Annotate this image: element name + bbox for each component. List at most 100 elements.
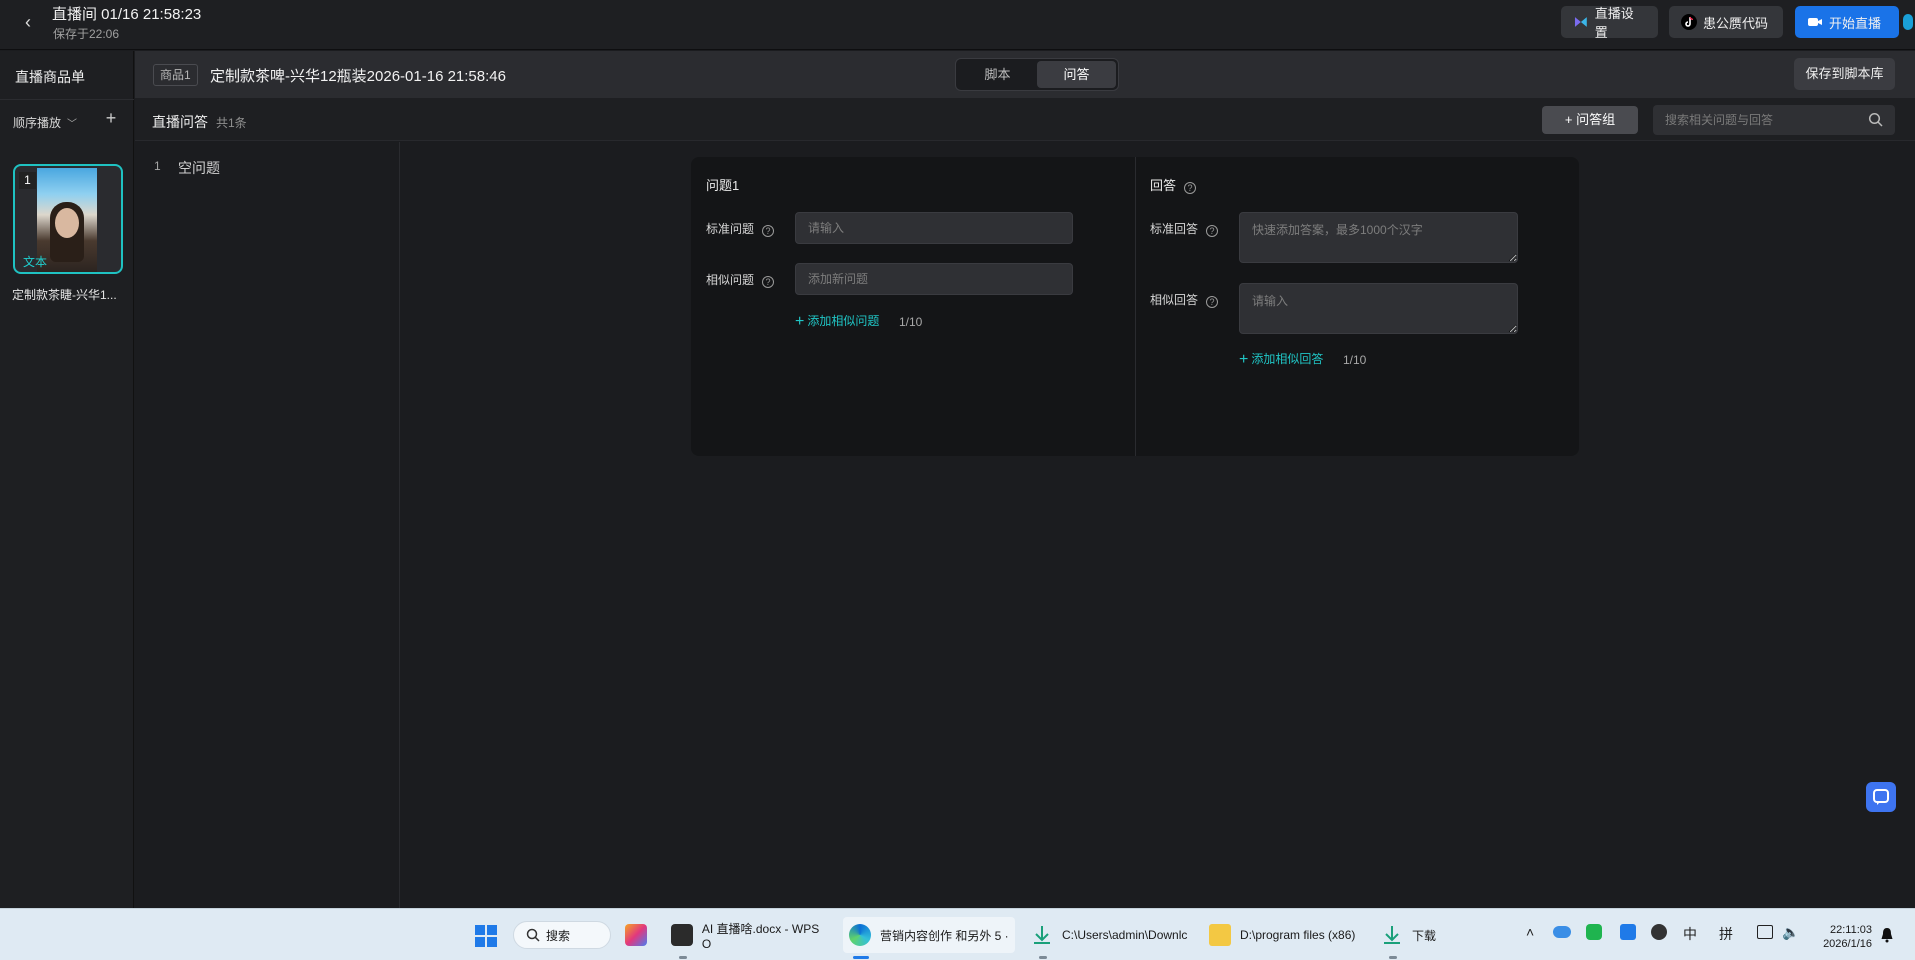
- ime-language[interactable]: 中: [1683, 924, 1697, 944]
- list-item[interactable]: 1 空问题: [135, 154, 399, 180]
- clock-time: 22:11:03: [1829, 924, 1872, 936]
- taskbar-app-explorer[interactable]: D:\program files (x86): [1209, 917, 1364, 953]
- qa-card: 问题1 标准问题? 相似问题? +添加相似问题 1/10 回答? 标准回答? 相…: [691, 157, 1579, 456]
- live-settings-label: 直播设置: [1594, 6, 1634, 40]
- wechat-icon[interactable]: [1586, 924, 1602, 940]
- live-settings-button[interactable]: 直播设置: [1561, 6, 1658, 40]
- standard-answer-label: 标准回答: [1150, 222, 1199, 236]
- download-arrow-icon: [1034, 926, 1050, 944]
- similar-answer-count: 1/10: [1343, 353, 1367, 367]
- plus-icon: +: [795, 313, 805, 330]
- mode-tabs: 脚本 问答: [955, 58, 1119, 91]
- onedrive-icon[interactable]: [1553, 926, 1571, 938]
- product-card[interactable]: 1 文本: [13, 164, 123, 274]
- taskbar-app-label: AI 直播啥.docx - WPS O: [701, 921, 820, 951]
- qq-icon[interactable]: [1651, 924, 1667, 940]
- top-bar: ‹ 直播间 01/16 21:58:23 保存于22:06 直播设置 患公赝代码…: [0, 0, 1915, 50]
- save-to-library-button[interactable]: 保存到脚本库: [1794, 58, 1895, 90]
- similar-question-label-wrap: 相似问题?: [706, 271, 775, 288]
- chat-float-button[interactable]: [1866, 782, 1896, 812]
- settings-bowtie-icon: [1574, 17, 1587, 27]
- divider: [1135, 157, 1136, 456]
- similar-question-label: 相似问题: [706, 273, 755, 287]
- question-title: 问题1: [706, 178, 740, 193]
- chevron-down-icon: ﹀: [67, 119, 78, 130]
- app-tray-icon[interactable]: [1620, 924, 1636, 940]
- download-arrow-icon: [1384, 926, 1400, 944]
- similar-question-count: 1/10: [899, 315, 923, 329]
- taskbar-app-edge[interactable]: 营销内容创作 和另外 5 ·: [843, 917, 1015, 953]
- taskbar-app-download-folder[interactable]: C:\Users\admin\Downlc: [1031, 917, 1191, 953]
- room-title: 直播间 01/16 21:58:23: [52, 6, 202, 23]
- qa-search-input[interactable]: [1653, 105, 1895, 135]
- os-taskbar: 搜索 AI 直播啥.docx - WPS O 营销内容创作 和另外 5 · C:…: [0, 908, 1915, 960]
- search-icon: [526, 928, 540, 942]
- help-icon[interactable]: ?: [762, 276, 775, 288]
- copilot-icon: [625, 924, 647, 946]
- ime-mode[interactable]: 拼: [1719, 924, 1733, 944]
- start-live-button[interactable]: 开始直播: [1795, 6, 1899, 38]
- edge-icon: [849, 924, 871, 946]
- windows-start-icon[interactable]: [475, 925, 497, 947]
- add-similar-answer-link[interactable]: + 添加相似回答: [1239, 350, 1323, 369]
- code-label: 患公赝代码: [1703, 15, 1769, 31]
- product-index: 1: [19, 172, 36, 189]
- product-title: 定制款茶啤-兴华12瓶装2026-01-16 21:58:46: [210, 68, 506, 85]
- start-live-label: 开始直播: [1829, 15, 1882, 31]
- answer-title: 回答: [1150, 178, 1177, 193]
- save-time: 保存于22:06: [53, 27, 120, 41]
- product-name: 定制款茶睫-兴华1...: [12, 288, 117, 302]
- qa-list: 1 空问题: [135, 142, 400, 908]
- qa-count: 共1条: [216, 116, 247, 130]
- taskbar-copilot[interactable]: [625, 917, 656, 953]
- tab-script[interactable]: 脚本: [958, 61, 1037, 88]
- help-icon[interactable]: ?: [1206, 225, 1219, 237]
- help-icon[interactable]: ?: [1206, 296, 1219, 308]
- thumb-face: [55, 208, 79, 238]
- search-icon[interactable]: [1868, 112, 1884, 128]
- add-similar-question-link[interactable]: + 添加相似问题: [795, 312, 879, 331]
- active-indicator: [853, 956, 869, 959]
- standard-question-label: 标准问题: [706, 222, 755, 236]
- play-mode-dropdown[interactable]: 顺序播放 ﹀: [13, 114, 77, 131]
- product-tag: 商品1: [153, 64, 198, 86]
- add-product-button[interactable]: +: [102, 109, 120, 127]
- running-indicator: [1389, 956, 1397, 959]
- similar-question-input[interactable]: [795, 263, 1073, 295]
- chat-bubble-icon: [1873, 789, 1889, 805]
- qa-title: 直播问答: [152, 114, 208, 130]
- standard-answer-textarea[interactable]: [1239, 212, 1518, 263]
- code-button[interactable]: 患公赝代码: [1669, 6, 1783, 38]
- notification-bell-icon[interactable]: [1880, 927, 1894, 943]
- network-icon[interactable]: [1757, 925, 1773, 939]
- taskbar-app-wps[interactable]: AI 直播啥.docx - WPS O: [671, 917, 831, 953]
- video-camera-icon: [1808, 18, 1822, 26]
- similar-answer-textarea[interactable]: [1239, 283, 1518, 334]
- clock[interactable]: 22:11:03 2026/1/16: [1810, 923, 1872, 951]
- taskbar-app-label: D:\program files (x86): [1240, 928, 1356, 942]
- back-chevron-icon[interactable]: ‹: [18, 12, 38, 32]
- taskbar-search[interactable]: 搜索: [513, 921, 611, 949]
- volume-icon[interactable]: 🔈: [1782, 924, 1799, 941]
- add-similar-question-label: 添加相似问题: [807, 314, 880, 328]
- help-icon[interactable]: ?: [1184, 182, 1197, 194]
- add-similar-answer-label: 添加相似回答: [1251, 352, 1324, 366]
- standard-question-label-wrap: 标准问题?: [706, 220, 775, 237]
- sidebar-title: 直播商品单: [15, 69, 85, 85]
- similar-answer-label-wrap: 相似回答?: [1150, 291, 1219, 308]
- clock-date: 2026/1/16: [1823, 938, 1872, 950]
- tab-qa[interactable]: 问答: [1037, 61, 1116, 88]
- answer-title-wrap: 回答?: [1150, 175, 1197, 194]
- taskbar-app-label: 下载: [1412, 928, 1437, 943]
- qa-item-number: 1: [154, 159, 161, 173]
- plus-icon: +: [1239, 351, 1249, 368]
- qa-toolbar: 直播问答 共1条 + 问答组: [135, 98, 1915, 141]
- taskbar-app-downloads[interactable]: 下载: [1381, 917, 1441, 953]
- help-icon[interactable]: ?: [762, 225, 775, 237]
- chevron-up-icon[interactable]: ˄: [1526, 924, 1534, 940]
- folder-icon: [1209, 924, 1231, 946]
- standard-question-input[interactable]: [795, 212, 1073, 244]
- running-indicator: [1039, 956, 1047, 959]
- add-qa-group-button[interactable]: + 问答组: [1542, 106, 1638, 134]
- divider: [0, 99, 134, 100]
